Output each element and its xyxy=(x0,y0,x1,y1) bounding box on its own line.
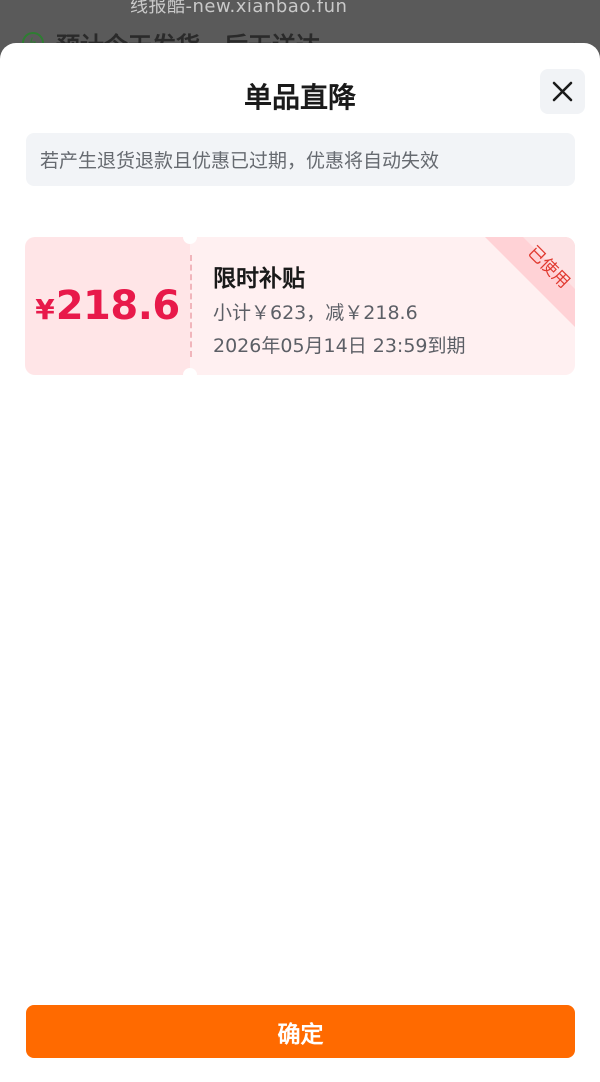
sheet-title: 单品直降 xyxy=(243,81,356,114)
coupon-name: 限时补贴 xyxy=(213,266,305,292)
watermark-text: 线报酷-new.xianbao.fun xyxy=(130,0,348,17)
coupon-info-panel: 限时补贴 小计￥623，减￥218.6 2026年05月14日 23:59到期 … xyxy=(190,237,575,375)
amount-value: 218.6 xyxy=(55,283,181,329)
refund-notice-text: 若产生退货退款且优惠已过期，优惠将自动失效 xyxy=(40,150,440,172)
coupon-expiry: 2026年05月14日 23:59到期 xyxy=(213,335,466,357)
refund-notice: 若产生退货退款且优惠已过期，优惠将自动失效 xyxy=(26,133,575,186)
coupon-divider xyxy=(190,255,192,357)
coupon-card[interactable]: ¥ 218.6 限时补贴 小计￥623，减￥218.6 2026年05月14日 … xyxy=(25,230,575,382)
currency-symbol: ¥ xyxy=(35,292,55,326)
coupon-notch-bottom xyxy=(183,368,197,382)
coupon-subtitle: 小计￥623，减￥218.6 xyxy=(213,302,418,324)
used-stamp: 已使用 xyxy=(485,237,575,327)
coupon-amount: ¥ 218.6 xyxy=(25,237,190,375)
close-button[interactable] xyxy=(540,69,585,114)
close-icon xyxy=(552,81,573,102)
coupon-sheet: 单品直降 若产生退货退款且优惠已过期，优惠将自动失效 ¥ 218.6 限时补贴 … xyxy=(0,43,600,1082)
confirm-button[interactable]: 确定 xyxy=(26,1005,575,1058)
coupon-amount-panel: ¥ 218.6 xyxy=(25,237,190,375)
coupon-notch-top xyxy=(183,230,197,244)
